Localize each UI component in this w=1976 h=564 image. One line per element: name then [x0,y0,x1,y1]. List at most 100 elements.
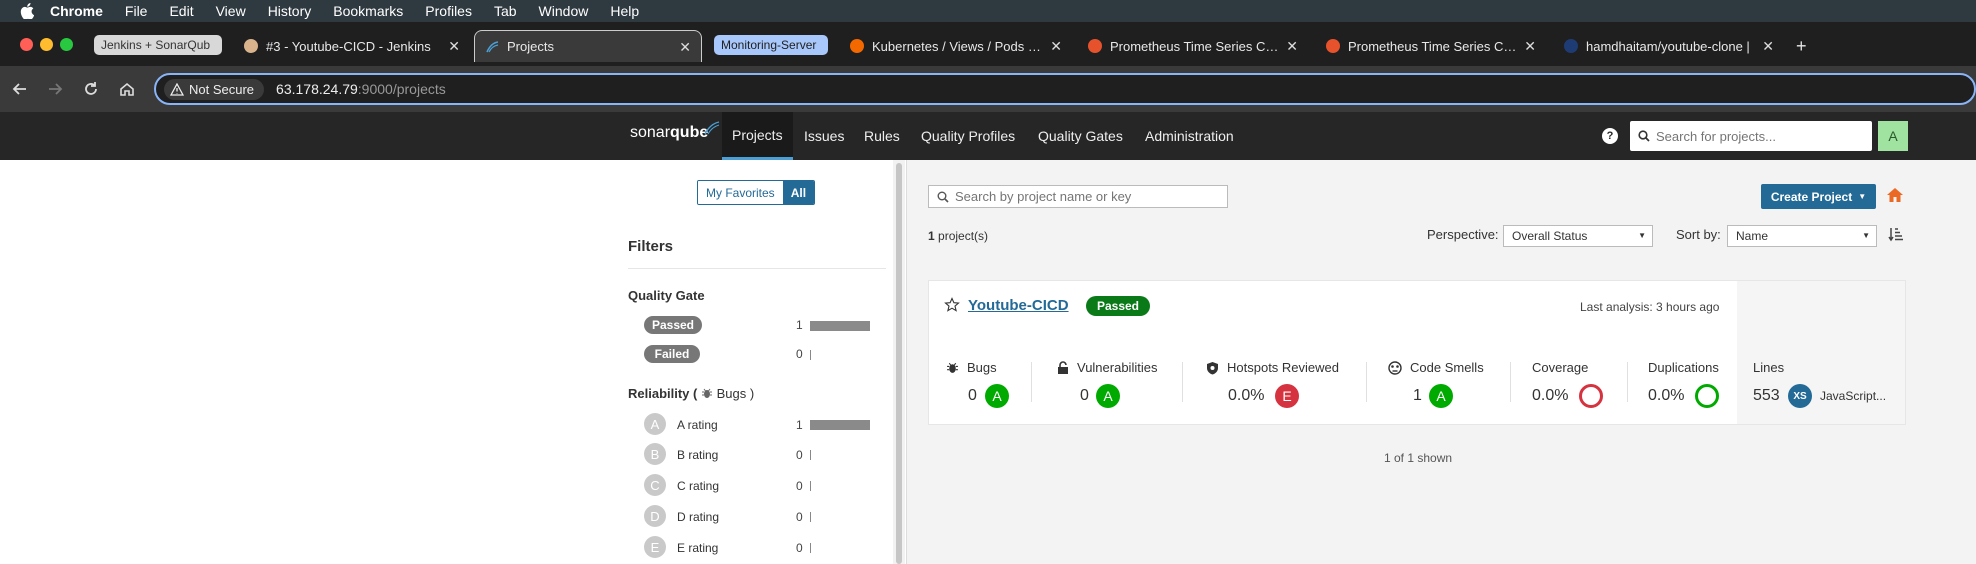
metric-label-text: Code Smells [1410,360,1484,375]
coverage-ring-icon [1579,384,1603,408]
menu-chrome[interactable]: Chrome [50,3,103,19]
rating-c-circle: C [644,474,666,496]
tab-group-monitoring-server[interactable]: Monitoring-Server [714,35,828,55]
metric-code-smells-label[interactable]: Code Smells [1388,360,1484,375]
my-favorites-button[interactable]: My Favorites [698,181,783,204]
tab-projects[interactable]: Projects ✕ [474,30,702,62]
menu-view[interactable]: View [216,3,246,19]
tab-prometheus-1[interactable]: Prometheus Time Series Colle ✕ [1084,30,1304,62]
url-host: 63.178.24.79 [276,81,358,97]
set-homepage-icon[interactable] [1886,186,1906,206]
menu-window[interactable]: Window [539,3,589,19]
metric-bugs-grade: A [985,384,1009,408]
sort-label: Sort by: [1676,227,1721,242]
project-name-link[interactable]: Youtube-CICD [968,297,1069,314]
rating-e-circle: E [644,536,666,558]
menu-profiles[interactable]: Profiles [425,3,472,19]
close-tab-icon[interactable]: ✕ [1762,38,1774,55]
metric-bugs-label[interactable]: Bugs [946,360,997,375]
menu-bookmarks[interactable]: Bookmarks [333,3,403,19]
tab-prometheus-2[interactable]: Prometheus Time Series Colle ✕ [1322,30,1542,62]
close-tab-icon[interactable]: ✕ [1524,38,1536,55]
metric-lines-value: 553 [1753,387,1780,404]
nav-administration[interactable]: Administration [1135,112,1244,160]
facet-count: 0 [796,510,803,524]
perspective-value: Overall Status [1512,229,1588,243]
tab-github-youtube-clone[interactable]: hamdhaitam/youtube-clone | ✕ [1560,30,1780,62]
sort-select[interactable]: Name ▼ [1727,225,1877,247]
metric-coverage-label[interactable]: Coverage [1532,360,1588,375]
close-tab-icon[interactable]: ✕ [448,38,460,55]
forward-button[interactable] [42,76,68,102]
metric-duplications-value[interactable]: 0.0% [1648,387,1684,405]
tab-label: Kubernetes / Views / Pods - D [872,38,1042,54]
project-search[interactable] [928,185,1228,208]
metric-hotspots-value[interactable]: 0.0% [1228,387,1264,405]
metric-code-smells-value[interactable]: 1 [1413,387,1422,405]
window-zoom-button[interactable] [60,38,73,51]
quality-gate-status-badge: Passed [1086,296,1150,316]
address-bar[interactable]: Not Secure 63.178.24.79:9000/projects [154,73,1976,105]
create-project-button[interactable]: Create Project ▼ [1761,184,1876,209]
metric-vulnerabilities-grade: A [1096,384,1120,408]
project-search-input[interactable] [955,189,1225,204]
favorite-star-icon[interactable] [944,297,962,315]
window-minimize-button[interactable] [40,38,53,51]
apple-icon[interactable] [18,2,36,20]
quality-gate-passed-filter[interactable]: Passed [644,316,702,334]
favorites-toggle: My Favorites All [697,180,816,205]
close-tab-icon[interactable]: ✕ [679,39,691,56]
rating-a-filter[interactable]: A rating [677,418,718,432]
rating-c-filter[interactable]: C rating [677,479,719,493]
tab-kubernetes-pods[interactable]: Kubernetes / Views / Pods - D ✕ [846,30,1068,62]
nav-quality-profiles[interactable]: Quality Profiles [911,112,1025,160]
window-close-button[interactable] [20,38,33,51]
nav-projects[interactable]: Projects [722,112,793,160]
menu-file[interactable]: File [125,3,148,19]
quality-gate-facet-title[interactable]: Quality Gate [628,288,705,303]
nav-quality-gates[interactable]: Quality Gates [1028,112,1133,160]
reliability-facet-title[interactable]: Reliability ( Bugs ) [628,386,754,401]
tab-label: Prometheus Time Series Colle [1348,38,1520,54]
all-button[interactable]: All [782,181,815,204]
metric-coverage-value[interactable]: 0.0% [1532,387,1568,405]
perspective-select[interactable]: Overall Status ▼ [1503,225,1653,247]
metric-duplications-label[interactable]: Duplications [1648,360,1719,375]
global-search[interactable] [1630,121,1872,151]
metric-separator [1510,362,1511,402]
reload-button[interactable] [78,76,104,102]
project-count: 1 project(s) [928,229,988,243]
back-button[interactable] [7,76,33,102]
menu-help[interactable]: Help [610,3,639,19]
close-tab-icon[interactable]: ✕ [1050,38,1062,55]
sidebar-scrollbar-thumb[interactable] [896,163,902,564]
nav-rules[interactable]: Rules [854,112,910,160]
home-button[interactable] [114,76,140,102]
facet-bar [810,543,811,553]
metric-vulnerabilities-value[interactable]: 0 [1080,387,1089,405]
user-avatar[interactable]: A [1878,121,1908,151]
quality-gate-failed-filter[interactable]: Failed [644,345,700,363]
new-tab-button[interactable]: + [1796,30,1818,62]
tab-jenkins-build[interactable]: #3 - Youtube-CICD - Jenkins ✕ [240,30,466,62]
rating-d-filter[interactable]: D rating [677,510,719,524]
close-tab-icon[interactable]: ✕ [1286,38,1298,55]
not-secure-chip[interactable]: Not Secure [164,78,265,100]
nav-issues[interactable]: Issues [794,112,854,160]
metric-vulnerabilities-label[interactable]: Vulnerabilities [1057,360,1157,375]
menu-edit[interactable]: Edit [169,3,193,19]
facet-count: 0 [796,479,803,493]
metric-label-text: Bugs [967,360,997,375]
metric-hotspots-grade: E [1275,384,1299,408]
sort-direction-icon[interactable] [1888,226,1906,244]
help-icon[interactable]: ? [1602,128,1618,144]
menu-tab[interactable]: Tab [494,3,517,19]
metric-bugs-value[interactable]: 0 [968,387,977,405]
menu-history[interactable]: History [268,3,312,19]
sonarqube-logo[interactable]: sonarqube [630,121,720,142]
rating-e-filter[interactable]: E rating [677,541,718,555]
rating-b-filter[interactable]: B rating [677,448,718,462]
tab-group-jenkins-sonarqube[interactable]: Jenkins + SonarQub [94,35,222,55]
global-search-input[interactable] [1656,128,1856,144]
metric-hotspots-label[interactable]: Hotspots Reviewed [1206,360,1339,375]
